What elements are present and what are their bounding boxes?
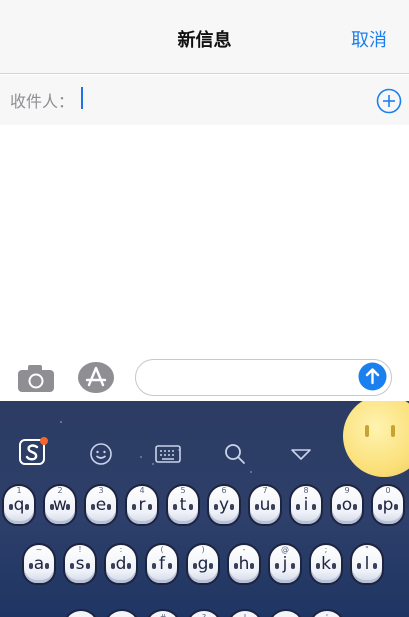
key-partial[interactable]: ! [228, 609, 262, 617]
key-i[interactable]: 8i [289, 484, 323, 526]
star-decoration [140, 456, 142, 458]
key-hint: 0 [385, 486, 391, 495]
key-label: y [218, 495, 230, 515]
key-hint: @ [281, 545, 289, 554]
key-label: i [303, 495, 309, 515]
navigation-bar: 新信息 取消 [0, 0, 409, 74]
key-label: t [179, 495, 187, 515]
key-t[interactable]: 5t [166, 484, 200, 526]
moon-decoration [343, 401, 409, 477]
moon-eye [365, 425, 369, 437]
key-hint: ! [230, 613, 260, 617]
key-partial[interactable]: ' [310, 609, 344, 617]
message-input[interactable] [135, 359, 392, 396]
key-label: r [138, 495, 146, 515]
message-body [0, 126, 409, 354]
camera-icon[interactable] [16, 362, 56, 394]
key-partial[interactable] [64, 609, 98, 617]
key-label: a [33, 554, 45, 574]
page-title: 新信息 [177, 30, 232, 51]
key-label: o [341, 495, 353, 515]
recipient-row: 收件人： [0, 75, 409, 125]
cancel-button[interactable]: 取消 [351, 26, 387, 52]
key-label: u [259, 495, 271, 515]
emoji-icon[interactable] [88, 441, 114, 467]
key-r[interactable]: 4r [125, 484, 159, 526]
key-hint: - [242, 545, 246, 554]
key-hint: ? [189, 613, 219, 617]
key-hint: # [148, 613, 178, 617]
key-s[interactable]: ! s [63, 543, 97, 585]
key-label: w [53, 495, 67, 515]
key-label: l [364, 554, 370, 574]
key-f[interactable]: (f [145, 543, 179, 585]
key-hint: ~ [35, 545, 43, 554]
key-hint: " [365, 545, 369, 554]
key-k[interactable]: ; k [309, 543, 343, 585]
key-y[interactable]: 6y [207, 484, 241, 526]
key-hint: 2 [57, 486, 63, 495]
key-hint: 4 [139, 486, 145, 495]
app-store-icon[interactable] [76, 361, 116, 394]
key-hint: 7 [262, 486, 268, 495]
recipient-label: 收件人： [10, 92, 75, 111]
star-decoration [60, 421, 62, 423]
key-e[interactable]: 3e [84, 484, 118, 526]
key-hint: 3 [98, 486, 104, 495]
text-cursor [81, 87, 83, 109]
chevron-down-icon[interactable] [288, 441, 314, 467]
key-hint: 5 [180, 486, 186, 495]
key-label: j [282, 554, 288, 574]
key-hint: : [119, 545, 123, 554]
key-hint: ' [312, 613, 342, 617]
key-hint: ) [201, 545, 205, 554]
key-u[interactable]: 7u [248, 484, 282, 526]
key-hint: 1 [16, 486, 22, 495]
key-p[interactable]: 0p [371, 484, 405, 526]
key-w[interactable]: 2w [43, 484, 77, 526]
key-g[interactable]: ) g [186, 543, 220, 585]
key-hint: 9 [344, 486, 350, 495]
key-label: g [197, 554, 209, 574]
key-partial[interactable]: # [146, 609, 180, 617]
key-a[interactable]: ~ a [22, 543, 56, 585]
key-label: e [95, 495, 107, 515]
moon-eye [391, 425, 395, 437]
key-hint: ; [324, 545, 328, 554]
arrow-up-icon[interactable] [358, 362, 387, 391]
key-l[interactable]: " l [350, 543, 384, 585]
key-o[interactable]: 9o [330, 484, 364, 526]
key-label: s [75, 554, 85, 574]
key-label: p [382, 495, 394, 515]
key-hint: 6 [221, 486, 227, 495]
key-h[interactable]: -h [227, 543, 261, 585]
key-label: q [13, 495, 25, 515]
keyboard-icon[interactable] [154, 441, 182, 467]
key-partial[interactable] [105, 609, 139, 617]
key-q[interactable]: 1q [2, 484, 36, 526]
key-label: k [321, 554, 331, 574]
key-label: f [159, 554, 165, 574]
key-d[interactable]: :d [104, 543, 138, 585]
star-decoration [250, 471, 252, 473]
key-j[interactable]: @ j [268, 543, 302, 585]
key-partial[interactable] [269, 609, 303, 617]
key-hint: ! [78, 545, 82, 554]
key-hint: 8 [303, 486, 309, 495]
sogou-logo-icon[interactable] [18, 437, 48, 467]
search-icon[interactable] [222, 441, 248, 467]
keyboard: 1q2w3e4r5t6y7u8i9o0p ~ a! s: d(f) g - h @ j; k " l … [0, 401, 409, 617]
key-label: h [238, 554, 250, 574]
key-hint: ( [160, 545, 164, 554]
key-label: d [115, 554, 127, 574]
recipient-input[interactable] [74, 83, 354, 117]
plus-circle-icon[interactable] [376, 88, 402, 114]
key-partial[interactable]: ? [187, 609, 221, 617]
